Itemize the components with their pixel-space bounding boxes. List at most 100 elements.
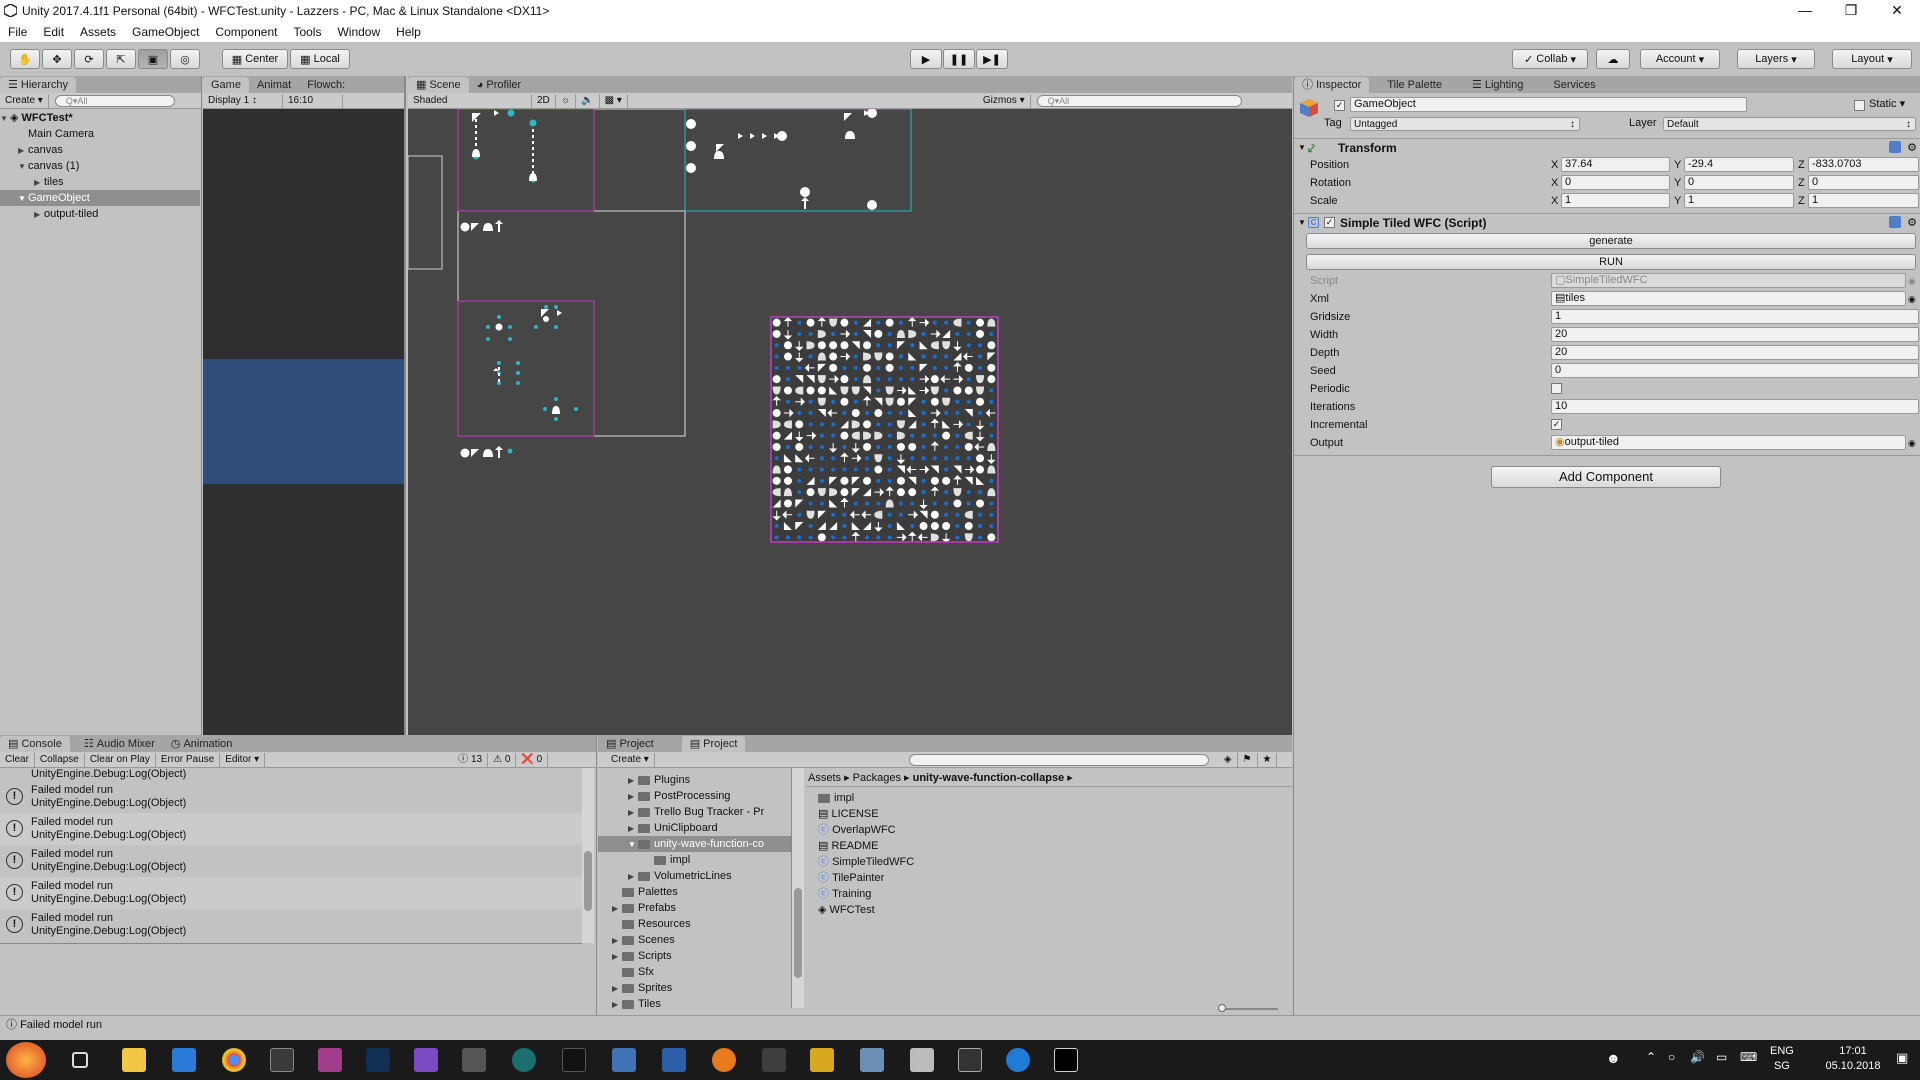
tab-lighting[interactable]: ☰ Lighting — [1464, 77, 1531, 93]
menu-file[interactable]: File — [0, 25, 35, 39]
tab-tile-palette[interactable]: Tile Palette — [1379, 77, 1450, 93]
aspect-dropdown[interactable]: 16:10 — [283, 93, 343, 108]
log-entry[interactable]: ! Failed model run UnityEngine.Debug:Log(… — [0, 877, 582, 909]
project-file-readme[interactable]: ▤ README — [818, 838, 879, 854]
hierarchy-item-output-tiled[interactable]: ▶ output-tiled — [0, 206, 200, 222]
rotation-z-field[interactable]: 0 — [1808, 175, 1919, 190]
scrollbar-thumb[interactable] — [584, 851, 592, 911]
slider-handle[interactable] — [1218, 1004, 1226, 1012]
tab-profiler[interactable]: ◕ Profiler — [469, 77, 530, 93]
play-button[interactable]: ▶ — [910, 49, 942, 69]
project-folder-sprites[interactable]: ▶ Sprites — [612, 980, 672, 996]
scrollbar-thumb[interactable] — [794, 888, 802, 978]
audio-toggle[interactable]: 🔈 — [576, 93, 600, 108]
hand-tool-button[interactable]: ✋ — [10, 49, 40, 69]
yellow-app-icon[interactable] — [810, 1048, 834, 1072]
rotation-x-field[interactable]: 0 — [1561, 175, 1670, 190]
filter-type-button[interactable]: ◈ — [1219, 752, 1238, 767]
log-entry[interactable]: ! Failed model run UnityEngine.Debug:Log(… — [0, 845, 582, 877]
minimize-button[interactable]: — — [1782, 0, 1828, 22]
project-folder-palettes[interactable]: Palettes — [622, 884, 678, 900]
object-picker-icon[interactable]: ◉ — [1908, 272, 1916, 290]
periodic-checkbox[interactable] — [1551, 383, 1562, 394]
move-tool-button[interactable]: ✥ — [42, 49, 72, 69]
gridsize-field[interactable]: 1 — [1551, 309, 1919, 324]
run-button[interactable]: RUN — [1306, 254, 1916, 270]
hierarchy-item-main-camera[interactable]: Main Camera — [0, 126, 200, 142]
vscode-icon[interactable] — [172, 1048, 196, 1072]
xml-field[interactable]: ▤tiles — [1551, 291, 1906, 306]
project-folder-scripts[interactable]: ▶ Scripts — [612, 948, 672, 964]
help-book-icon[interactable] — [1889, 216, 1901, 228]
tab-audio-mixer[interactable]: ☷ Audio Mixer — [76, 736, 163, 752]
active-checkbox[interactable]: ✓ — [1334, 100, 1345, 111]
log-entry[interactable]: ! Failed model run UnityEngine.Debug:Log(… — [0, 781, 582, 813]
store-icon[interactable] — [270, 1048, 294, 1072]
log-entry-partial[interactable]: UnityEngine.Debug:Log(Object) — [0, 768, 582, 781]
scale-tool-button[interactable]: ⇱ — [106, 49, 136, 69]
scale-x-field[interactable]: 1 — [1561, 193, 1670, 208]
layers-dropdown[interactable]: Layers ▾ — [1737, 49, 1815, 69]
display-dropdown[interactable]: Display 1 ↕ — [203, 93, 283, 108]
hierarchy-item-tiles[interactable]: ▶ tiles — [0, 174, 200, 190]
object-name-field[interactable]: GameObject — [1350, 97, 1747, 112]
menu-gameobject[interactable]: GameObject — [124, 25, 207, 39]
account-dropdown[interactable]: Account ▾ — [1640, 49, 1720, 69]
blender-icon[interactable] — [712, 1048, 736, 1072]
breadcrumb-assets[interactable]: Assets — [808, 772, 841, 784]
terminal-icon[interactable] — [1054, 1048, 1078, 1072]
photoshop-icon[interactable] — [366, 1048, 390, 1072]
tab-project-2[interactable]: ▤ Project — [681, 736, 746, 752]
keyboard-icon[interactable]: ⌨ — [1740, 1050, 1757, 1064]
notifications-icon[interactable]: ▣ — [1896, 1050, 1908, 1066]
tab-console[interactable]: ▤ Console — [0, 736, 70, 752]
scene-root[interactable]: ▼ ◈ WFCTest* — [0, 110, 200, 126]
edge-icon[interactable] — [1006, 1048, 1030, 1072]
pivot-local-button[interactable]: ▦ Local — [290, 49, 350, 69]
script-enabled-checkbox[interactable]: ✓ — [1324, 217, 1335, 228]
project-folder-trello[interactable]: ▶ Trello Bug Tracker - Pr — [628, 804, 764, 820]
people-icon[interactable]: ☻ — [1606, 1050, 1621, 1066]
project-folder-postprocessing[interactable]: ▶ PostProcessing — [628, 788, 730, 804]
menu-component[interactable]: Component — [207, 25, 285, 39]
console-clear-on-play-button[interactable]: Clear on Play — [85, 752, 156, 767]
font-app-icon[interactable] — [662, 1048, 686, 1072]
width-field[interactable]: 20 — [1551, 327, 1919, 342]
rect-tool-button[interactable]: ▣ — [138, 49, 168, 69]
scale-y-field[interactable]: 1 — [1684, 193, 1794, 208]
project-file-impl[interactable]: impl — [818, 790, 854, 806]
hierarchy-create-button[interactable]: Create ▾ — [0, 93, 49, 108]
tab-flowchart[interactable]: Flowch: — [299, 77, 353, 93]
seed-field[interactable]: 0 — [1551, 363, 1919, 378]
tab-hierarchy[interactable]: ☰ Hierarchy — [0, 77, 76, 93]
cloud-button[interactable]: ☁ — [1596, 49, 1630, 69]
project-create-button[interactable]: Create ▾ — [606, 752, 655, 767]
m-app-icon[interactable] — [318, 1048, 342, 1072]
breadcrumb-packages[interactable]: Packages — [853, 772, 901, 784]
log-entry[interactable]: ! Failed model run UnityEngine.Debug:Log(… — [0, 909, 582, 941]
unity-taskbar-icon[interactable] — [462, 1048, 486, 1072]
gizmos-dropdown[interactable]: Gizmos ▾ — [978, 93, 1031, 108]
pause-button[interactable]: ❚❚ — [943, 49, 975, 69]
status-message[interactable]: Failed model run — [20, 1019, 102, 1031]
battery-icon[interactable]: ▭ — [1716, 1050, 1727, 1064]
scene-search-input[interactable]: Q▾All — [1036, 94, 1242, 107]
project-folder-impl[interactable]: impl — [654, 852, 690, 868]
project-folder-prefabs[interactable]: ▶ Prefabs — [612, 900, 676, 916]
collab-button[interactable]: ✓ Collab ▾ — [1512, 49, 1588, 69]
layout-dropdown[interactable]: Layout ▾ — [1832, 49, 1912, 69]
object-picker-icon[interactable]: ◉ — [1908, 434, 1916, 452]
clock[interactable]: 17:01 05.10.2018 — [1818, 1044, 1888, 1074]
shading-mode-dropdown[interactable]: Shaded — [408, 93, 532, 108]
tab-animator[interactable]: Animat — [249, 77, 299, 93]
project-folder-resources[interactable]: Resources — [622, 916, 691, 932]
rotation-y-field[interactable]: 0 — [1684, 175, 1794, 190]
script-component-header[interactable]: ▼ C ✓ Simple Tiled WFC (Script) ⚙ — [1294, 213, 1920, 231]
start-button-icon[interactable] — [6, 1042, 46, 1078]
effects-dropdown[interactable]: ▩ ▾ — [600, 93, 628, 108]
hierarchy-item-canvas[interactable]: ▶ canvas — [0, 142, 200, 158]
menu-window[interactable]: Window — [329, 25, 388, 39]
game-viewport[interactable] — [203, 109, 404, 735]
project-folder-scenes[interactable]: ▶ Scenes — [612, 932, 675, 948]
icon-size-slider[interactable] — [1218, 1004, 1278, 1012]
